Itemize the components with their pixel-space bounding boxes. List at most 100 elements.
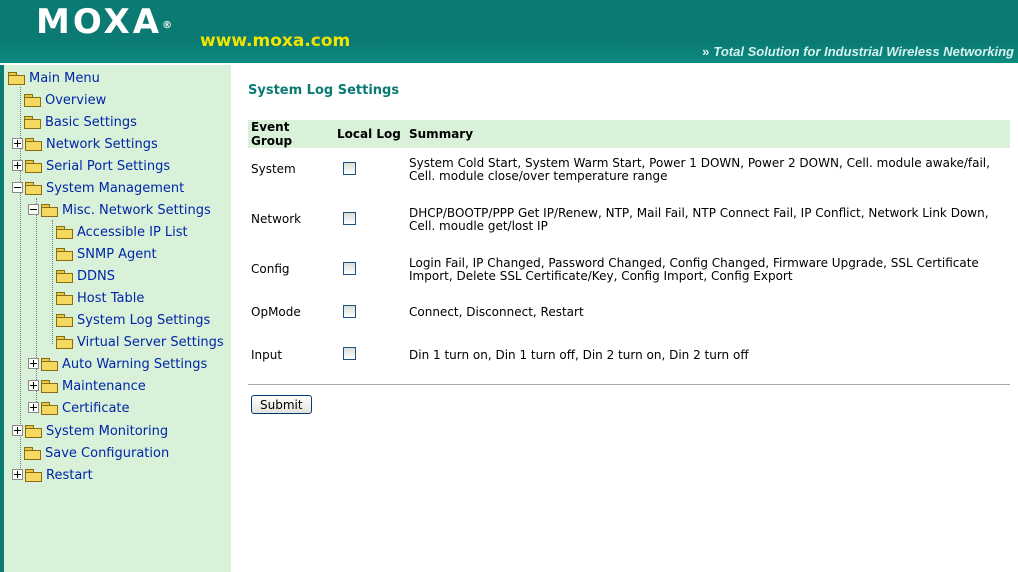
event-group-cell: System: [251, 162, 296, 176]
folder-icon: [56, 335, 73, 349]
folder-icon: [41, 401, 58, 415]
sidebar-item-accessible-ip-list[interactable]: Accessible IP List: [56, 222, 188, 244]
tagline-text: Total Solution for Industrial Wireless N…: [713, 44, 1014, 59]
folder-icon: [56, 225, 73, 239]
header-banner: MOXA® www.moxa.com » Total Solution for I…: [0, 0, 1018, 65]
open-folder-icon: [8, 71, 25, 85]
expand-plus-icon[interactable]: [28, 402, 39, 413]
folder-icon: [25, 424, 42, 438]
expand-plus-icon[interactable]: [12, 138, 23, 149]
sidebar-item-ddns[interactable]: DDNS: [56, 266, 115, 288]
expand-plus-icon[interactable]: [12, 425, 23, 436]
tree-connector: [52, 220, 53, 344]
sidebar-item-label: Overview: [45, 93, 107, 108]
event-group-cell: Input: [251, 347, 283, 362]
expand-plus-icon[interactable]: [28, 380, 39, 391]
sidebar-item-misc-network-settings[interactable]: Misc. Network Settings: [28, 200, 211, 222]
open-folder-icon: [25, 181, 42, 195]
local-log-cell: [334, 248, 406, 291]
expand-plus-icon[interactable]: [12, 469, 23, 480]
local-log-checkbox-config[interactable]: [343, 261, 356, 275]
sidebar-item-label: System Monitoring: [46, 424, 169, 439]
folder-icon: [56, 269, 73, 283]
sidebar-item-label: DDNS: [77, 269, 115, 284]
sidebar-item-network-settings[interactable]: Network Settings: [12, 134, 158, 156]
summary-cell: Din 1 turn on, Din 1 turn off, Din 2 tur…: [409, 347, 749, 362]
sidebar-item-label: Misc. Network Settings: [62, 203, 211, 218]
folder-icon: [25, 137, 42, 151]
collapse-minus-icon[interactable]: [12, 182, 23, 193]
sidebar-item-certificate[interactable]: Certificate: [28, 398, 130, 420]
sidebar-item-system-log-settings[interactable]: System Log Settings: [56, 310, 210, 332]
event-group-cell: Network: [251, 212, 302, 226]
registered-mark: ®: [162, 20, 173, 31]
sidebar-item-serial-port-settings[interactable]: Serial Port Settings: [12, 156, 170, 178]
local-log-cell: [334, 148, 406, 191]
sidebar-item-label: Main Menu: [29, 71, 100, 86]
sidebar-item-label: Restart: [46, 468, 93, 483]
sidebar-item-auto-warning-settings[interactable]: Auto Warning Settings: [28, 354, 207, 376]
folder-icon: [25, 468, 42, 482]
local-log-checkbox-network[interactable]: [343, 211, 356, 225]
sidebar-item-system-monitoring[interactable]: System Monitoring: [12, 421, 168, 443]
summary-cell: Connect, Disconnect, Restart: [409, 305, 584, 319]
sidebar-item-restart[interactable]: Restart: [12, 465, 93, 487]
local-log-checkbox-input[interactable]: [343, 347, 356, 360]
table-row-opmode: OpMode Connect, Disconnect, Restart: [248, 291, 1010, 334]
folder-icon: [24, 115, 41, 129]
folder-icon: [24, 446, 41, 460]
event-group-cell: Config: [251, 262, 290, 276]
local-log-cell: [334, 291, 406, 334]
sidebar-item-label: Host Table: [77, 291, 145, 306]
expand-plus-icon[interactable]: [28, 358, 39, 369]
folder-icon: [56, 313, 73, 327]
summary-cell: System Cold Start, System Warm Start, Po…: [409, 155, 990, 183]
double-chevron-icon: »: [702, 44, 710, 59]
sidebar-item-label: Maintenance: [62, 379, 146, 394]
expand-plus-icon[interactable]: [12, 160, 23, 171]
folder-icon: [41, 379, 58, 393]
sidebar-item-label: System Log Settings: [77, 313, 211, 328]
sidebar-item-label: Virtual Server Settings: [77, 335, 224, 350]
local-log-cell: [334, 334, 406, 376]
column-header-summary: Summary: [406, 120, 1010, 148]
sidebar-item-label: Serial Port Settings: [46, 159, 171, 174]
folder-icon: [25, 159, 42, 173]
sidebar-item-label: Accessible IP List: [77, 225, 188, 240]
sidebar-item-main-menu[interactable]: Main Menu: [8, 68, 100, 90]
tagline: » Total Solution for Industrial Wireless …: [702, 44, 1014, 60]
logo-text: MOXA: [36, 2, 163, 42]
sidebar-item-snmp-agent[interactable]: SNMP Agent: [56, 244, 157, 266]
sidebar-item-label: Auto Warning Settings: [62, 357, 208, 372]
summary-cell: Login Fail, IP Changed, Password Changed…: [409, 255, 979, 283]
local-log-checkbox-opmode[interactable]: [343, 304, 356, 318]
column-header-local-log: Local Log: [334, 120, 406, 148]
collapse-minus-icon[interactable]: [28, 204, 39, 215]
moxa-logo: MOXA®: [36, 2, 172, 42]
summary-cell: DHCP/BOOTP/PPP Get IP/Renew, NTP, Mail F…: [409, 205, 989, 233]
sidebar-item-label: SNMP Agent: [77, 247, 157, 262]
sidebar-item-virtual-server-settings[interactable]: Virtual Server Settings: [56, 332, 224, 354]
table-row-system: System System Cold Start, System Warm St…: [248, 148, 1010, 191]
submit-button[interactable]: Submit: [251, 395, 312, 414]
sidebar-item-host-table[interactable]: Host Table: [56, 288, 144, 310]
table-row-input: Input Din 1 turn on, Din 1 turn off, Din…: [248, 334, 1010, 376]
folder-icon: [41, 357, 58, 371]
folder-icon: [24, 93, 41, 107]
table-header-row: Event Group Local Log Summary: [248, 120, 1010, 148]
table-row-network: Network DHCP/BOOTP/PPP Get IP/Renew, NTP…: [248, 191, 1010, 248]
sidebar-item-save-configuration[interactable]: Save Configuration: [24, 443, 169, 465]
sidebar-item-label: Save Configuration: [45, 446, 170, 461]
local-log-checkbox-system[interactable]: [343, 161, 356, 175]
sidebar-item-label: Network Settings: [46, 137, 158, 152]
sidebar-item-overview[interactable]: Overview: [24, 90, 106, 112]
event-group-cell: OpMode: [251, 305, 301, 319]
main-content: System Log Settings Event Group Local Lo…: [231, 65, 1018, 572]
open-folder-icon: [41, 203, 58, 217]
page-title: System Log Settings: [248, 83, 400, 98]
sidebar-item-label: Basic Settings: [45, 115, 137, 130]
sidebar-item-system-management[interactable]: System Management: [12, 178, 184, 200]
sidebar-item-maintenance[interactable]: Maintenance: [28, 376, 146, 398]
sidebar-item-label: Certificate: [62, 401, 130, 416]
sidebar-item-basic-settings[interactable]: Basic Settings: [24, 112, 137, 134]
